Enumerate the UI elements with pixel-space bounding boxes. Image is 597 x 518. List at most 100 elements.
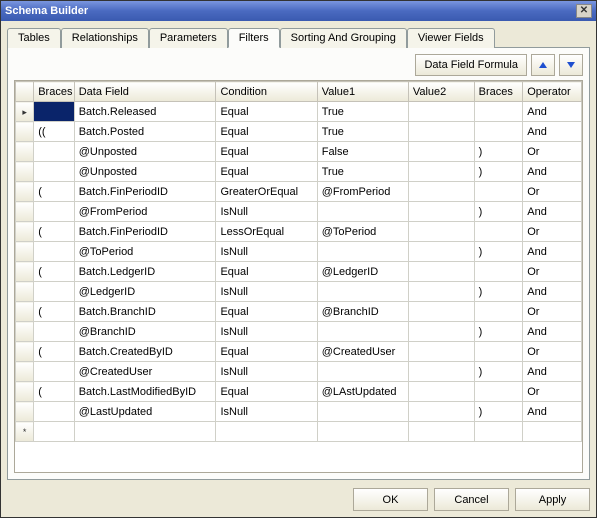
operator-cell[interactable]: Or <box>523 142 582 162</box>
condition-cell[interactable]: Equal <box>216 382 317 402</box>
condition-cell[interactable]: Equal <box>216 102 317 122</box>
table-row[interactable]: (Batch.LedgerIDEqual@LedgerIDOr <box>16 262 582 282</box>
table-row[interactable]: ▸Batch.ReleasedEqualTrueAnd <box>16 102 582 122</box>
data-field-cell[interactable]: Batch.FinPeriodID <box>74 222 216 242</box>
value2-cell[interactable] <box>408 302 474 322</box>
condition-cell[interactable]: GreaterOrEqual <box>216 182 317 202</box>
braces-close-cell[interactable]: ) <box>474 202 523 222</box>
braces-open-cell[interactable]: (( <box>34 122 75 142</box>
data-field-cell[interactable]: Batch.LedgerID <box>74 262 216 282</box>
value1-cell[interactable] <box>317 422 408 442</box>
condition-cell[interactable]: Equal <box>216 302 317 322</box>
condition-cell[interactable]: IsNull <box>216 242 317 262</box>
operator-cell[interactable]: Or <box>523 222 582 242</box>
operator-cell[interactable]: And <box>523 282 582 302</box>
table-row[interactable]: (Batch.FinPeriodIDGreaterOrEqual@FromPer… <box>16 182 582 202</box>
braces-open-cell[interactable] <box>34 142 75 162</box>
braces-close-cell[interactable] <box>474 222 523 242</box>
table-row[interactable]: @LastUpdatedIsNull)And <box>16 402 582 422</box>
filters-grid[interactable]: BracesData FieldConditionValue1Value2Bra… <box>14 80 583 473</box>
table-row[interactable]: @LedgerIDIsNull)And <box>16 282 582 302</box>
value1-cell[interactable] <box>317 202 408 222</box>
condition-cell[interactable]: IsNull <box>216 402 317 422</box>
value1-cell[interactable] <box>317 322 408 342</box>
table-row[interactable]: * <box>16 422 582 442</box>
data-field-cell[interactable]: Batch.LastModifiedByID <box>74 382 216 402</box>
operator-cell[interactable]: And <box>523 322 582 342</box>
column-header[interactable]: Data Field <box>74 82 216 102</box>
value1-cell[interactable]: @LAstUpdated <box>317 382 408 402</box>
value1-cell[interactable] <box>317 362 408 382</box>
table-row[interactable]: (Batch.BranchIDEqual@BranchIDOr <box>16 302 582 322</box>
operator-cell[interactable]: Or <box>523 302 582 322</box>
table-row[interactable]: @UnpostedEqualTrue)And <box>16 162 582 182</box>
value1-cell[interactable]: True <box>317 122 408 142</box>
braces-open-cell[interactable] <box>34 102 75 122</box>
operator-cell[interactable]: And <box>523 122 582 142</box>
condition-cell[interactable]: Equal <box>216 342 317 362</box>
value2-cell[interactable] <box>408 282 474 302</box>
table-row[interactable]: (Batch.LastModifiedByIDEqual@LAstUpdated… <box>16 382 582 402</box>
data-field-cell[interactable]: @LedgerID <box>74 282 216 302</box>
value2-cell[interactable] <box>408 402 474 422</box>
value2-cell[interactable] <box>408 202 474 222</box>
value2-cell[interactable] <box>408 222 474 242</box>
table-row[interactable]: (Batch.CreatedByIDEqual@CreatedUserOr <box>16 342 582 362</box>
braces-close-cell[interactable]: ) <box>474 322 523 342</box>
condition-cell[interactable]: IsNull <box>216 362 317 382</box>
value2-cell[interactable] <box>408 362 474 382</box>
braces-open-cell[interactable]: ( <box>34 262 75 282</box>
braces-open-cell[interactable] <box>34 422 75 442</box>
table-row[interactable]: @ToPeriodIsNull)And <box>16 242 582 262</box>
condition-cell[interactable]: Equal <box>216 162 317 182</box>
value2-cell[interactable] <box>408 102 474 122</box>
data-field-cell[interactable]: Batch.BranchID <box>74 302 216 322</box>
column-header[interactable]: Operator <box>523 82 582 102</box>
braces-open-cell[interactable] <box>34 362 75 382</box>
tab-viewer-fields[interactable]: Viewer Fields <box>407 28 495 48</box>
value1-cell[interactable]: @CreatedUser <box>317 342 408 362</box>
value1-cell[interactable] <box>317 242 408 262</box>
braces-close-cell[interactable] <box>474 382 523 402</box>
condition-cell[interactable]: IsNull <box>216 202 317 222</box>
braces-open-cell[interactable]: ( <box>34 342 75 362</box>
column-header[interactable]: Braces <box>474 82 523 102</box>
data-field-cell[interactable]: @ToPeriod <box>74 242 216 262</box>
table-row[interactable]: @FromPeriodIsNull)And <box>16 202 582 222</box>
operator-cell[interactable]: And <box>523 162 582 182</box>
braces-close-cell[interactable] <box>474 122 523 142</box>
tab-parameters[interactable]: Parameters <box>149 28 228 48</box>
value2-cell[interactable] <box>408 142 474 162</box>
braces-close-cell[interactable]: ) <box>474 162 523 182</box>
data-field-cell[interactable]: Batch.FinPeriodID <box>74 182 216 202</box>
operator-cell[interactable]: Or <box>523 182 582 202</box>
data-field-cell[interactable]: @FromPeriod <box>74 202 216 222</box>
column-header[interactable]: Condition <box>216 82 317 102</box>
braces-close-cell[interactable]: ) <box>474 242 523 262</box>
data-field-cell[interactable]: @Unposted <box>74 142 216 162</box>
operator-cell[interactable]: And <box>523 362 582 382</box>
braces-open-cell[interactable]: ( <box>34 222 75 242</box>
data-field-cell[interactable] <box>74 422 216 442</box>
value2-cell[interactable] <box>408 262 474 282</box>
value1-cell[interactable]: False <box>317 142 408 162</box>
braces-close-cell[interactable] <box>474 342 523 362</box>
data-field-formula-button[interactable]: Data Field Formula <box>415 54 527 76</box>
operator-cell[interactable]: Or <box>523 262 582 282</box>
condition-cell[interactable]: Equal <box>216 122 317 142</box>
close-icon[interactable]: ✕ <box>576 4 592 18</box>
braces-open-cell[interactable] <box>34 322 75 342</box>
value1-cell[interactable]: @LedgerID <box>317 262 408 282</box>
value1-cell[interactable]: @ToPeriod <box>317 222 408 242</box>
data-field-cell[interactable]: Batch.Released <box>74 102 216 122</box>
braces-open-cell[interactable]: ( <box>34 382 75 402</box>
cancel-button[interactable]: Cancel <box>434 488 509 511</box>
value1-cell[interactable] <box>317 402 408 422</box>
column-header[interactable]: Value2 <box>408 82 474 102</box>
table-row[interactable]: (Batch.FinPeriodIDLessOrEqual@ToPeriodOr <box>16 222 582 242</box>
ok-button[interactable]: OK <box>353 488 428 511</box>
value2-cell[interactable] <box>408 422 474 442</box>
value1-cell[interactable] <box>317 282 408 302</box>
data-field-cell[interactable]: Batch.Posted <box>74 122 216 142</box>
value2-cell[interactable] <box>408 342 474 362</box>
